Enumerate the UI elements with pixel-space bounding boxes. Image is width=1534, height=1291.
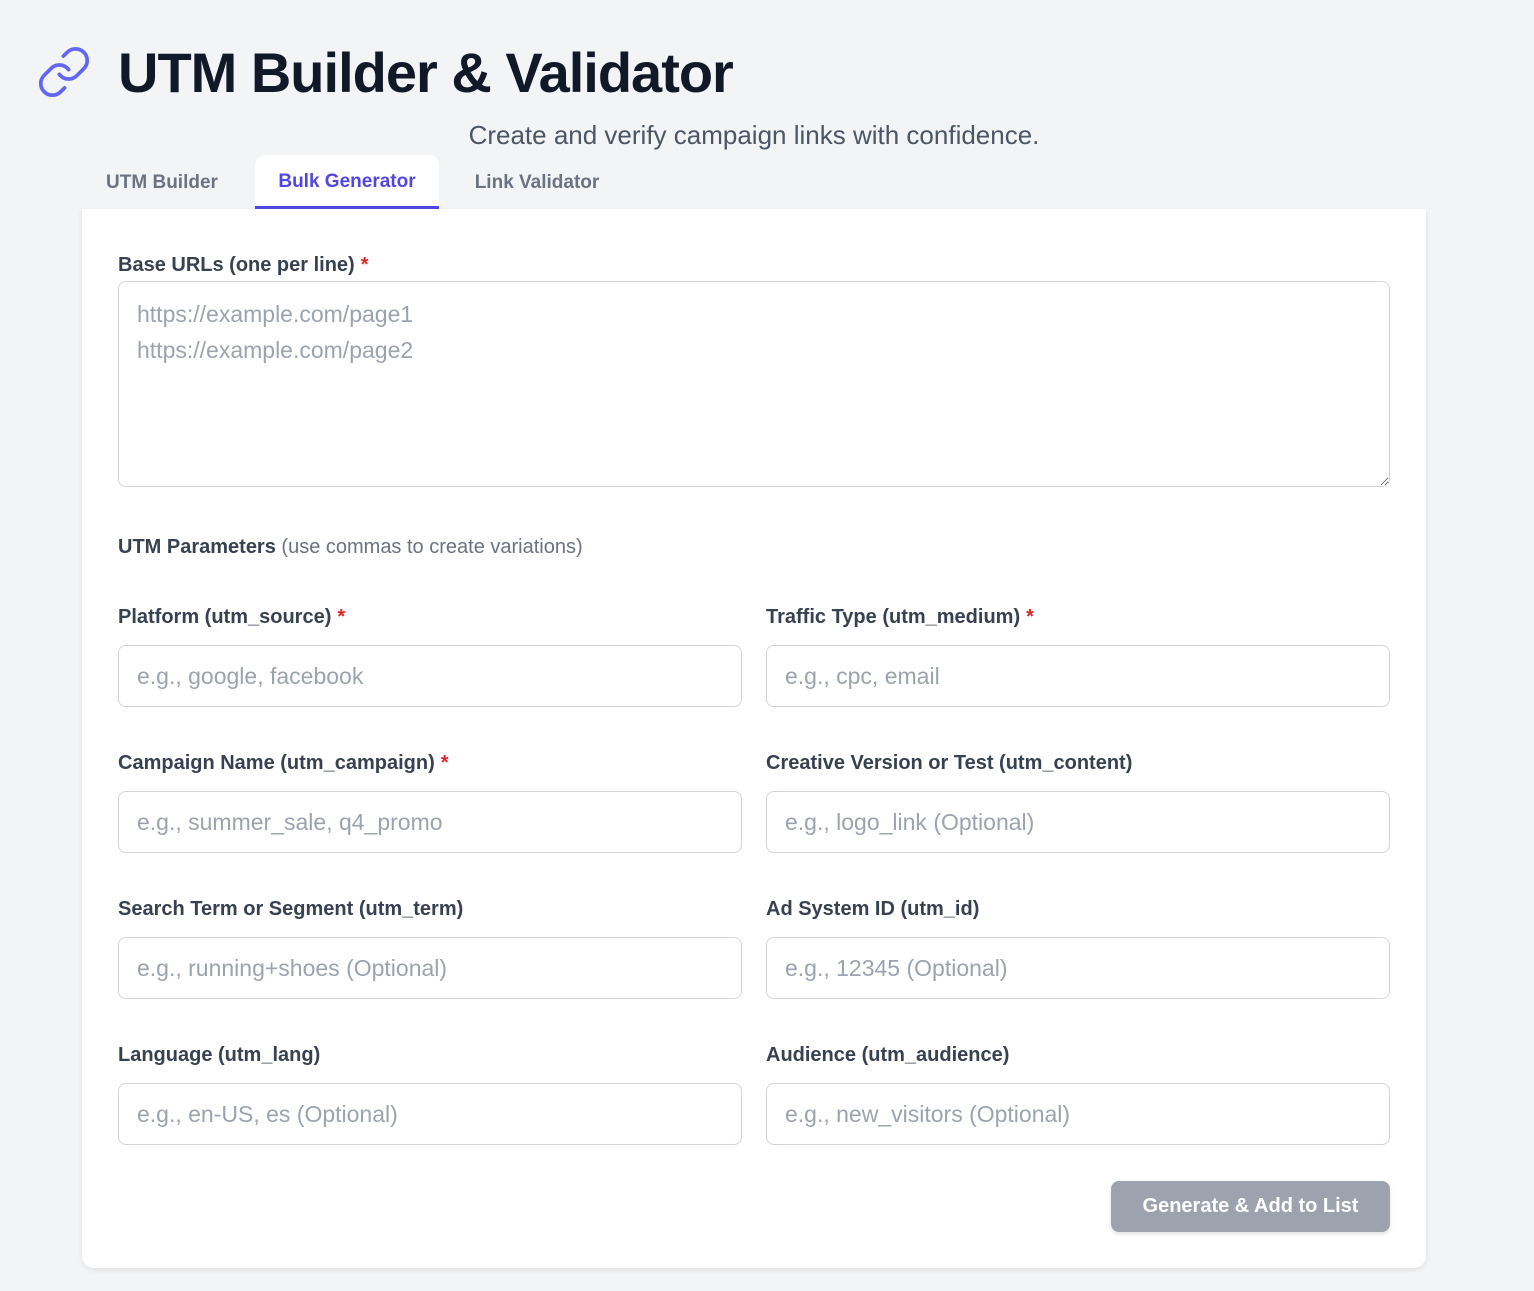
page-header: UTM Builder & Validator Create and verif… [0, 0, 1534, 160]
utm-lang-label: Language (utm_lang) [118, 1044, 321, 1066]
required-marker: * [1026, 606, 1034, 628]
utm-parameters-heading: UTM Parameters (use commas to create var… [118, 536, 583, 558]
utm-content-label: Creative Version or Test (utm_content) [766, 752, 1133, 774]
generate-add-to-list-button[interactable]: Generate & Add to List [1111, 1181, 1390, 1232]
required-marker: * [440, 752, 449, 774]
utm-medium-input[interactable] [766, 645, 1390, 707]
utm-term-label: Search Term or Segment (utm_term) [118, 898, 464, 920]
bulk-generator-form: Base URLs (one per line)* UTM Parameters… [82, 209, 1426, 1268]
utm-id-label: Ad System ID (utm_id) [766, 898, 980, 920]
page-subtitle: Create and verify campaign links with co… [468, 120, 1040, 150]
utm-source-label: Platform (utm_source) * [118, 606, 346, 628]
link-icon [38, 46, 90, 98]
utm-audience-label: Audience (utm_audience) [766, 1044, 1010, 1066]
tab-utm-builder[interactable]: UTM Builder [82, 155, 242, 209]
base-urls-textarea[interactable] [118, 281, 1390, 487]
utm-content-input[interactable] [766, 791, 1390, 853]
utm-parameters-hint: (use commas to create variations) [281, 536, 583, 558]
utm-audience-input[interactable] [766, 1083, 1390, 1145]
tab-bulk-generator[interactable]: Bulk Generator [255, 155, 439, 209]
required-marker: * [337, 606, 346, 628]
utm-campaign-input[interactable] [118, 791, 742, 853]
required-marker: * [360, 254, 369, 276]
utm-campaign-label: Campaign Name (utm_campaign) * [118, 752, 449, 774]
tab-link-validator[interactable]: Link Validator [452, 155, 622, 209]
utm-source-input[interactable] [118, 645, 742, 707]
base-urls-label: Base URLs (one per line) * [118, 254, 369, 276]
tab-bar: UTM Builder Bulk Generator Link Validato… [82, 155, 1426, 209]
utm-lang-input[interactable] [118, 1083, 742, 1145]
utm-id-input[interactable] [766, 937, 1390, 999]
page-title: UTM Builder & Validator [118, 41, 734, 104]
utm-medium-label: Traffic Type (utm_medium) * [766, 606, 1034, 628]
utm-term-input[interactable] [118, 937, 742, 999]
